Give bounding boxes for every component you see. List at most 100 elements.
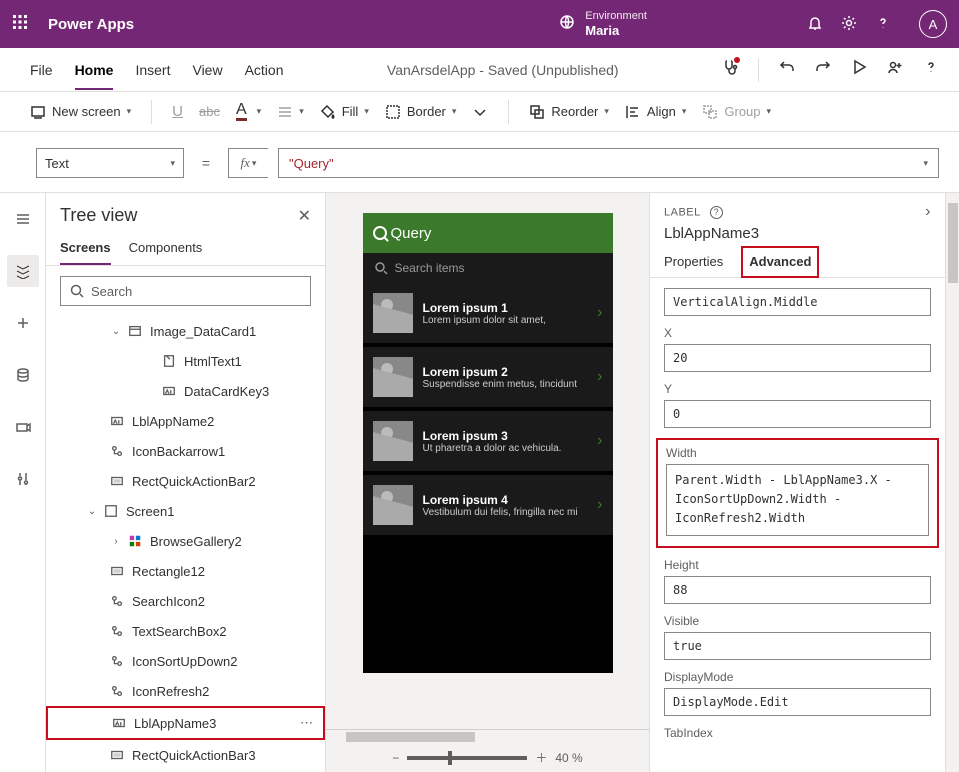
menu-home[interactable]: Home <box>75 62 114 90</box>
prop-height-value[interactable]: 88 <box>664 576 931 604</box>
prop-y-label: Y <box>664 382 931 396</box>
help-button[interactable] <box>923 59 939 80</box>
rail-data[interactable] <box>7 359 39 391</box>
share-button[interactable] <box>887 59 903 80</box>
format-options-button[interactable] <box>472 104 488 120</box>
close-tree-icon[interactable]: ✕ <box>298 206 311 226</box>
app-checker-icon[interactable] <box>722 59 738 80</box>
help-icon[interactable] <box>875 15 891 34</box>
menu-view[interactable]: View <box>192 62 222 78</box>
prop-x-label: X <box>664 326 931 340</box>
chevron-down-icon[interactable]: ⌄ <box>110 326 122 337</box>
tree-item[interactable]: RectQuickActionBar3 <box>46 740 325 766</box>
redo-button[interactable] <box>815 59 831 80</box>
prop-y-value[interactable]: 0 <box>664 400 931 428</box>
prop-x-value[interactable]: 20 <box>664 344 931 372</box>
canvas-search-bar[interactable]: Search items <box>363 253 613 283</box>
more-icon[interactable]: ⋯ <box>300 715 313 731</box>
tree-item[interactable]: SearchIcon2 <box>46 586 325 616</box>
phone-canvas[interactable]: Query Search items Lorem ipsum 1Lorem ip… <box>363 213 613 673</box>
properties-tab[interactable]: Properties <box>664 246 723 277</box>
item-title: Lorem ipsum 1 <box>423 301 588 315</box>
tree-item[interactable]: IconSortUpDown2 <box>46 646 325 676</box>
tree-item-selected[interactable]: LblAppName3 ⋯ <box>46 706 325 740</box>
tree-item[interactable]: HtmlText1 <box>46 346 325 376</box>
chevron-right-icon[interactable]: › <box>597 496 602 514</box>
avatar[interactable]: A <box>919 10 947 38</box>
gallery-item[interactable]: Lorem ipsum 3Ut pharetra a dolor ac vehi… <box>363 411 613 475</box>
tree-item[interactable]: Rectangle12 <box>46 556 325 586</box>
prop-displaymode-value[interactable]: DisplayMode.Edit <box>664 688 931 716</box>
rail-hamburger[interactable] <box>7 203 39 235</box>
tree-item-screen[interactable]: ⌄ Screen1 <box>46 496 325 526</box>
menu-action[interactable]: Action <box>245 62 284 78</box>
tree-item-label: Image_DataCard1 <box>150 324 256 339</box>
html-icon <box>162 354 178 368</box>
tree-search-input[interactable]: Search <box>60 276 311 306</box>
gallery-item[interactable]: Lorem ipsum 1Lorem ipsum dolor sit amet,… <box>363 283 613 347</box>
tree-item[interactable]: RectQuickActionBar2 <box>46 466 325 496</box>
rail-tools[interactable] <box>7 463 39 495</box>
waffle-icon[interactable] <box>12 14 44 35</box>
chevron-right-icon[interactable]: › <box>597 432 602 450</box>
prop-visible-value[interactable]: true <box>664 632 931 660</box>
menu-file[interactable]: File <box>30 62 53 78</box>
env-picker[interactable]: Maria <box>585 23 647 39</box>
canvas-app-title-bar[interactable]: Query <box>363 213 613 253</box>
new-screen-button[interactable]: New screen ▾ <box>30 104 131 120</box>
props-v-scrollbar[interactable] <box>945 193 959 772</box>
zoom-out-button[interactable]: − <box>392 751 399 765</box>
tree-item[interactable]: LblAppName2 <box>46 406 325 436</box>
icon-control-icon <box>110 624 126 638</box>
rail-insert[interactable] <box>7 307 39 339</box>
chevron-right-icon[interactable]: › <box>597 368 602 386</box>
undo-button[interactable] <box>779 59 795 80</box>
notifications-icon[interactable] <box>807 15 823 34</box>
rail-tree-view[interactable] <box>7 255 39 287</box>
property-selector[interactable]: Text ▾ <box>36 148 184 178</box>
prop-height-label: Height <box>664 558 931 572</box>
font-color-button[interactable]: A▾ <box>236 103 261 121</box>
group-button[interactable]: Group ▾ <box>702 104 771 120</box>
advanced-tab[interactable]: Advanced <box>741 246 819 278</box>
item-title: Lorem ipsum 4 <box>423 493 588 507</box>
prop-verticalalign-value[interactable]: VerticalAlign.Middle <box>664 288 931 316</box>
new-screen-label: New screen <box>52 104 121 119</box>
chevron-right-icon[interactable]: › <box>597 304 602 322</box>
gallery-item[interactable]: Lorem ipsum 4Vestibulum dui felis, fring… <box>363 475 613 539</box>
tree-item[interactable]: IconRefresh2 <box>46 676 325 706</box>
tree-item[interactable]: DataCardKey3 <box>46 376 325 406</box>
tree-item[interactable]: IconBackarrow1 <box>46 436 325 466</box>
tree-item[interactable]: › BrowseGallery2 <box>46 526 325 556</box>
canvas-h-scrollbar[interactable] <box>326 729 649 743</box>
label-icon <box>110 414 126 428</box>
formula-input[interactable]: "Query" ▾ <box>278 148 939 178</box>
text-align-button[interactable]: ▾ <box>277 104 304 120</box>
search-icon <box>69 283 85 299</box>
env-name-text: Maria <box>585 23 619 38</box>
settings-icon[interactable] <box>841 15 857 34</box>
tree-item[interactable]: TextSearchBox2 <box>46 616 325 646</box>
tree-item-label: Rectangle12 <box>132 564 205 579</box>
fx-button[interactable]: fx▾ <box>228 148 268 178</box>
underline-button[interactable]: U <box>172 103 183 120</box>
chevron-down-icon[interactable]: ⌄ <box>86 506 98 517</box>
tree-tab-screens[interactable]: Screens <box>60 232 111 265</box>
tree-item[interactable]: ⌄ Image_DataCard1 <box>46 316 325 346</box>
reorder-button[interactable]: Reorder ▾ <box>529 104 609 120</box>
menu-insert[interactable]: Insert <box>135 62 170 78</box>
gallery-item[interactable]: Lorem ipsum 2Suspendisse enim metus, tin… <box>363 347 613 411</box>
fill-button[interactable]: Fill ▾ <box>320 104 369 120</box>
border-button[interactable]: Border ▾ <box>385 104 457 120</box>
chevron-right-icon[interactable]: › <box>110 536 122 547</box>
chevron-right-icon[interactable]: › <box>925 203 931 221</box>
help-icon[interactable]: ? <box>710 206 723 219</box>
preview-button[interactable] <box>851 59 867 80</box>
zoom-slider[interactable] <box>407 756 527 760</box>
prop-width-value[interactable]: Parent.Width - LblAppName3.X - IconSortU… <box>666 464 929 536</box>
strikethrough-button[interactable]: abc <box>199 104 220 119</box>
rail-media[interactable] <box>7 411 39 443</box>
align-button[interactable]: Align ▾ <box>625 104 686 120</box>
tree-tab-components[interactable]: Components <box>129 232 203 265</box>
zoom-in-button[interactable]: ＋ <box>535 749 547 766</box>
